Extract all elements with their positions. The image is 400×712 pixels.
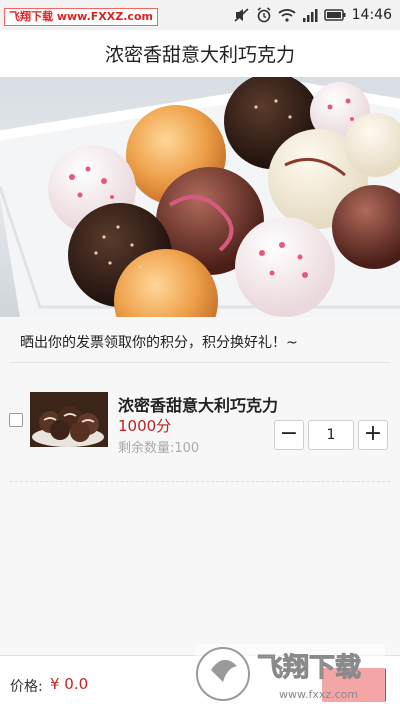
status-bar: 飞翔下载 www.FXXZ.com 14:46: [0, 0, 400, 31]
product-row: 浓密香甜意大利巧克力 1000分 剩余数量:100 − 1 +: [0, 380, 400, 460]
wifi-icon: [278, 8, 296, 22]
page-title: 浓密香甜意大利巧克力: [104, 44, 295, 66]
product-checkbox[interactable]: [9, 413, 23, 427]
signal-icon: [302, 8, 318, 22]
total-price: ¥ 0.0: [50, 675, 89, 693]
watermark-brand: 飞翔下载: [257, 653, 361, 683]
divider: [10, 362, 390, 363]
watermark-url: www.fxxz.com: [279, 688, 358, 701]
status-time: 14:46: [351, 7, 392, 23]
alarm-icon: [256, 7, 272, 23]
quantity-input[interactable]: 1: [308, 420, 354, 450]
watermark-tag: 飞翔下载 www.FXXZ.com: [4, 8, 158, 26]
header: 浓密香甜意大利巧克力: [0, 30, 400, 77]
decrease-quantity-button[interactable]: −: [274, 420, 304, 450]
promo-banner: 晒出你的发票领取你的积分，积分换好礼！~: [0, 317, 400, 367]
promo-text: 晒出你的发票领取你的积分，积分换好礼！~: [20, 335, 298, 351]
product-thumbnail: [30, 392, 108, 447]
status-icons: 14:46: [234, 5, 392, 25]
price-label: 价格:: [10, 679, 43, 695]
product-name: 浓密香甜意大利巧克力: [118, 396, 279, 415]
chocolate-illustration: [0, 77, 400, 317]
product-stock: 剩余数量:100: [118, 441, 200, 456]
increase-quantity-button[interactable]: +: [358, 420, 388, 450]
product-price: 1000分: [118, 417, 172, 435]
battery-icon: [323, 9, 346, 21]
product-hero-image: [0, 77, 400, 317]
mute-icon: [234, 8, 250, 22]
divider: [10, 481, 390, 482]
site-watermark: 飞翔下载 www.fxxz.com: [195, 640, 395, 708]
